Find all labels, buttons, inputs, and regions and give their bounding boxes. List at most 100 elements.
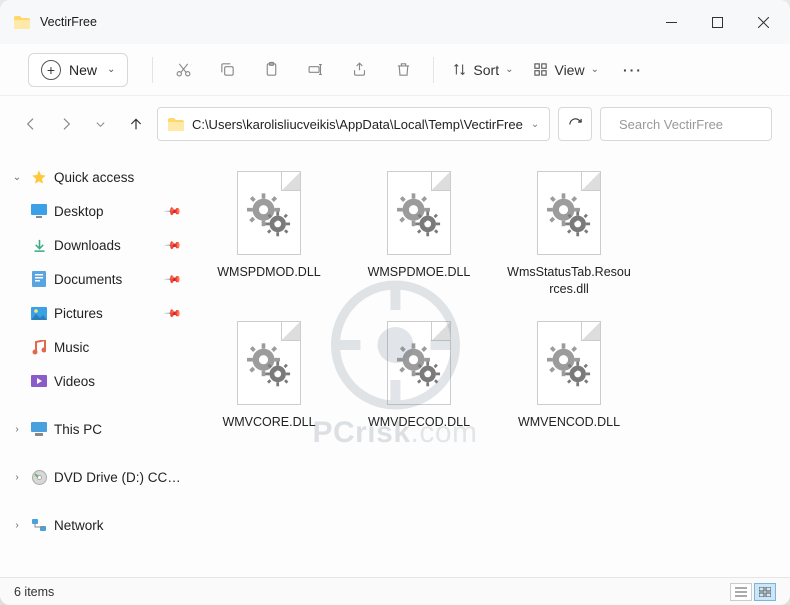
chevron-down-icon: ⌄ <box>591 64 599 75</box>
chevron-right-icon: › <box>10 520 24 531</box>
close-button[interactable] <box>740 0 786 44</box>
status-bar: 6 items <box>0 577 790 605</box>
pin-icon: 📌 <box>164 270 183 289</box>
pin-icon: 📌 <box>164 304 183 323</box>
chevron-down-icon: ⌄ <box>505 64 513 75</box>
folder-icon <box>168 118 184 131</box>
chevron-down-icon: ⌄ <box>531 119 539 130</box>
sidebar-label: Documents <box>54 272 160 287</box>
desktop-icon <box>30 204 48 218</box>
path-text: C:\Users\karolisliucveikis\AppData\Local… <box>192 117 523 132</box>
new-button[interactable]: + New ⌄ <box>28 53 128 87</box>
window-title: VectirFree <box>40 15 648 29</box>
sort-icon <box>452 62 467 77</box>
view-icon <box>533 62 548 77</box>
cut-button[interactable] <box>163 52 203 88</box>
path-input[interactable]: C:\Users\karolisliucveikis\AppData\Local… <box>157 107 550 141</box>
plus-icon: + <box>41 60 61 80</box>
search-box[interactable] <box>600 107 772 141</box>
documents-icon <box>30 271 48 287</box>
details-view-button[interactable] <box>730 583 752 601</box>
sidebar-dvd-drive[interactable]: › DVD Drive (D:) CCCC <box>4 460 192 494</box>
pictures-icon <box>30 307 48 320</box>
icons-view-button[interactable] <box>754 583 776 601</box>
file-list: WMSPDMOD.DLL WMSPDMOE.DLL WmsStatusTab.R… <box>196 152 790 577</box>
sidebar-item-documents[interactable]: Documents 📌 <box>4 262 192 296</box>
paste-button[interactable] <box>251 52 291 88</box>
file-name: WMVENCOD.DLL <box>518 414 620 431</box>
view-label: View <box>554 62 584 78</box>
file-item[interactable]: WMVCORE.DLL <box>204 312 334 437</box>
sidebar-quick-access[interactable]: ⌄ Quick access <box>4 160 192 194</box>
sort-button[interactable]: Sort ⌄ <box>444 58 521 82</box>
folder-icon <box>14 16 30 29</box>
forward-button[interactable] <box>53 108 80 140</box>
file-name: WmsStatusTab.Resources.dll <box>506 264 632 298</box>
sidebar-label: Desktop <box>54 204 160 219</box>
new-label: New <box>69 62 97 78</box>
share-button[interactable] <box>339 52 379 88</box>
pc-icon <box>30 422 48 436</box>
sidebar-label: Downloads <box>54 238 160 253</box>
file-name: WMVCORE.DLL <box>222 414 315 431</box>
maximize-button[interactable] <box>694 0 740 44</box>
chevron-right-icon: › <box>10 424 24 435</box>
sidebar-item-music[interactable]: Music <box>4 330 192 364</box>
view-toggle <box>730 583 776 601</box>
pin-icon: 📌 <box>164 202 183 221</box>
explorer-window: VectirFree + New ⌄ Sort ⌄ View ⌄ <box>0 0 790 605</box>
sidebar-item-pictures[interactable]: Pictures 📌 <box>4 296 192 330</box>
rename-button[interactable] <box>295 52 335 88</box>
file-item[interactable]: WMVENCOD.DLL <box>504 312 634 437</box>
view-button[interactable]: View ⌄ <box>525 58 606 82</box>
file-item[interactable]: WmsStatusTab.Resources.dll <box>504 162 634 304</box>
dll-file-icon <box>533 318 605 408</box>
item-count: 6 items <box>14 585 54 599</box>
sidebar-label: Pictures <box>54 306 160 321</box>
sidebar-network[interactable]: › Network <box>4 508 192 542</box>
videos-icon <box>30 375 48 387</box>
window-controls <box>648 0 786 44</box>
sidebar: ⌄ Quick access Desktop 📌 Downloads 📌 Doc… <box>0 152 196 577</box>
star-icon <box>30 169 48 185</box>
more-button[interactable]: ··· <box>611 58 655 82</box>
copy-button[interactable] <box>207 52 247 88</box>
back-button[interactable] <box>18 108 45 140</box>
dll-file-icon <box>233 168 305 258</box>
file-item[interactable]: WMSPDMOD.DLL <box>204 162 334 304</box>
search-input[interactable] <box>619 117 790 132</box>
dll-file-icon <box>533 168 605 258</box>
sidebar-label: This PC <box>54 422 186 437</box>
chevron-down-icon: ⌄ <box>10 172 24 183</box>
sidebar-item-downloads[interactable]: Downloads 📌 <box>4 228 192 262</box>
sidebar-label: Quick access <box>54 170 186 185</box>
sidebar-item-desktop[interactable]: Desktop 📌 <box>4 194 192 228</box>
sidebar-this-pc[interactable]: › This PC <box>4 412 192 446</box>
chevron-down-icon: ⌄ <box>107 64 115 75</box>
body: PCrisk.com ⌄ Quick access Desktop 📌 Down… <box>0 152 790 577</box>
file-name: WMSPDMOD.DLL <box>217 264 320 281</box>
music-icon <box>30 340 48 355</box>
sidebar-label: Music <box>54 340 186 355</box>
sidebar-label: Network <box>54 518 186 533</box>
sidebar-label: Videos <box>54 374 186 389</box>
file-item[interactable]: WMSPDMOE.DLL <box>354 162 484 304</box>
address-bar: C:\Users\karolisliucveikis\AppData\Local… <box>0 96 790 152</box>
recent-button[interactable] <box>87 108 114 140</box>
refresh-button[interactable] <box>558 107 592 141</box>
file-name: WMSPDMOE.DLL <box>368 264 471 281</box>
toolbar: + New ⌄ Sort ⌄ View ⌄ ··· <box>0 44 790 96</box>
minimize-button[interactable] <box>648 0 694 44</box>
delete-button[interactable] <box>383 52 423 88</box>
sidebar-item-videos[interactable]: Videos <box>4 364 192 398</box>
file-item[interactable]: WMVDECOD.DLL <box>354 312 484 437</box>
network-icon <box>30 518 48 532</box>
chevron-right-icon: › <box>10 472 24 483</box>
dll-file-icon <box>233 318 305 408</box>
dll-file-icon <box>383 318 455 408</box>
up-button[interactable] <box>122 108 149 140</box>
sort-label: Sort <box>473 62 499 78</box>
sidebar-label: DVD Drive (D:) CCCC <box>54 470 186 485</box>
disc-icon <box>30 470 48 485</box>
separator <box>433 57 434 83</box>
